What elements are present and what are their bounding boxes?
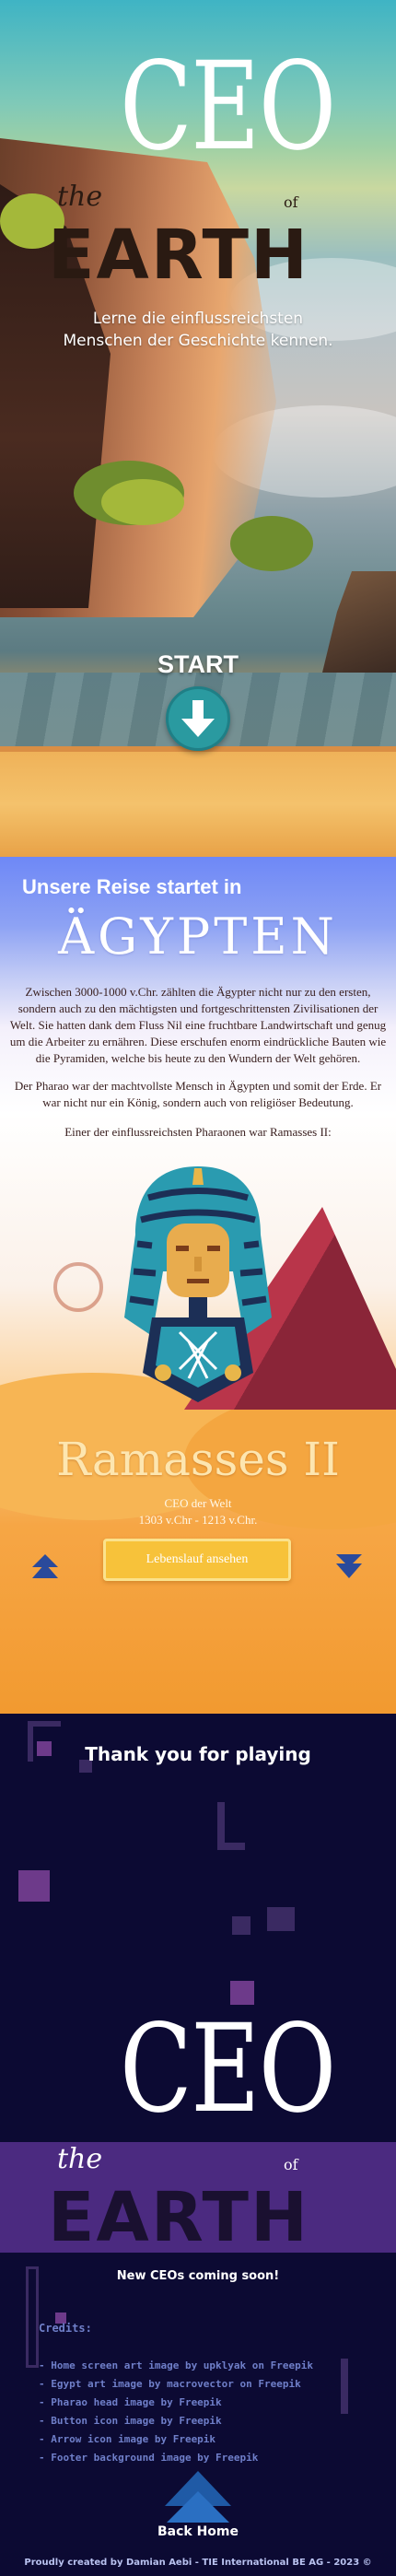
pixel-decoration: [232, 1916, 250, 1935]
sand: [0, 746, 396, 857]
logo-earth: EARTH: [48, 216, 309, 295]
back-home-label[interactable]: Back Home: [0, 2524, 396, 2539]
pharaoh-paragraph: Der Pharao war der machtvollste Mensch i…: [14, 1079, 382, 1109]
footer-section: Thank you for playing CEO the of EARTH N…: [0, 1714, 396, 2576]
pharaoh-years: 1303 v.Chr - 1213 v.Chr.: [138, 1513, 258, 1527]
pharaoh-title: CEO der Welt: [164, 1496, 232, 1510]
pixel-decoration: [341, 2359, 348, 2414]
arrow-up-icon[interactable]: [31, 1552, 59, 1580]
arrow-down-icon: [181, 700, 215, 737]
footer-logo: CEO the of EARTH: [0, 1972, 396, 2252]
pixel-decoration: [217, 1802, 225, 1848]
pixel-decoration: [267, 1907, 295, 1931]
credits-list: - Home screen art image by upklyak on Fr…: [39, 2357, 313, 2467]
logo-of: of: [284, 193, 298, 211]
logo-ceo: CEO: [120, 36, 336, 178]
credit-item: - Pharao head image by Freepik: [39, 2396, 222, 2408]
logo-of: of: [284, 2156, 298, 2173]
copyright: Proudly created by Damian Aebi - TIE Int…: [24, 2558, 372, 2568]
arrow-down-icon[interactable]: [335, 1552, 363, 1580]
credits-heading: Credits:: [39, 2322, 92, 2335]
pixel-decoration: [18, 1870, 50, 1902]
sun-symbol: [53, 1262, 103, 1312]
credit-item: - Egypt art image by macrovector on Free…: [39, 2378, 301, 2390]
egypt-section: Unsere Reise startet in ÄGYPTEN Zwischen…: [0, 857, 396, 1714]
bush: [101, 479, 184, 525]
country-title: ÄGYPTEN: [58, 907, 338, 966]
credit-item: - Button icon image by Freepik: [39, 2415, 222, 2427]
history-paragraph: Zwischen 3000-1000 v.Chr. zählten die Äg…: [9, 985, 387, 1065]
intro-ramasses: Einer der einflussreichsten Pharaonen wa…: [64, 1125, 332, 1139]
logo-ceo: CEO: [120, 1998, 336, 2140]
hero-section: CEO the of EARTH Lerne die einflussreich…: [0, 0, 396, 857]
pharaoh-name: Ramasses II: [56, 1433, 340, 1486]
logo-earth: EARTH: [48, 2178, 309, 2257]
tagline-line: Lerne die einflussreichsten: [92, 310, 304, 328]
logo-the: the: [57, 2143, 103, 2175]
tagline-line: Menschen der Geschichte kennen.: [63, 331, 333, 350]
logo-the: the: [57, 181, 103, 213]
back-home-button[interactable]: [161, 2469, 235, 2524]
coming-soon-text: New CEOs coming soon!: [116, 2269, 280, 2283]
thanks-heading: Thank you for playing: [85, 1743, 311, 1765]
start-label: START: [157, 650, 239, 678]
credit-item: - Arrow icon image by Freepik: [39, 2433, 216, 2445]
tagline: Lerne die einflussreichsten Menschen der…: [0, 309, 396, 353]
pixel-decoration: [217, 1843, 245, 1850]
credit-item: - Footer background image by Freepik: [39, 2452, 259, 2464]
game-logo: CEO the of EARTH: [0, 9, 396, 295]
pharaoh-portrait: [124, 1166, 272, 1402]
credit-item: - Home screen art image by upklyak on Fr…: [39, 2359, 314, 2371]
view-resume-button[interactable]: Lebenslauf ansehen: [103, 1539, 291, 1581]
start-button[interactable]: [166, 686, 230, 751]
bush: [230, 516, 313, 571]
section-intro: Unsere Reise startet in: [22, 875, 242, 898]
